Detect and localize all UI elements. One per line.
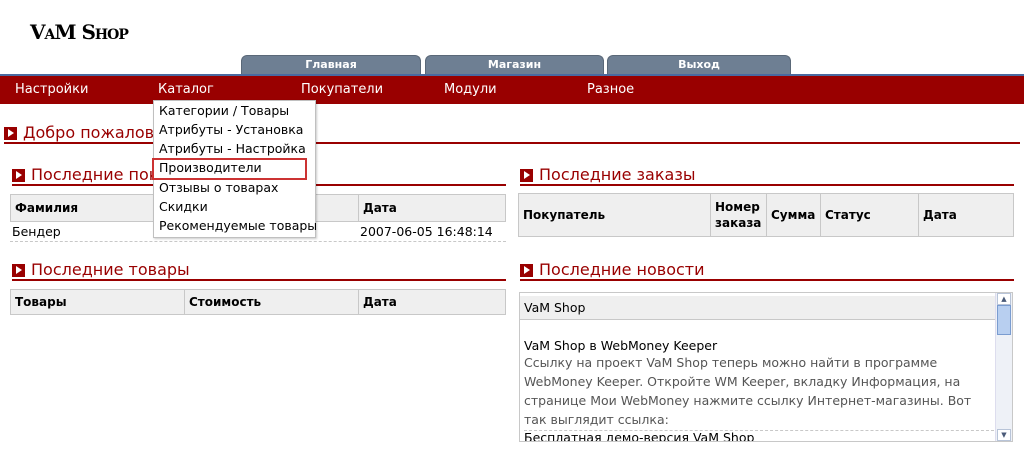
dropdown-item-attributes-settings[interactable]: Атрибуты - Настройка <box>159 141 306 156</box>
news-item-body: Ссылку на проект VaM Shop теперь можно н… <box>524 355 972 427</box>
menu-modules[interactable]: Модули <box>444 82 497 97</box>
dropdown-item-featured[interactable]: Рекомендуемые товары <box>159 218 317 233</box>
customer-lastname: Бендер <box>12 224 61 239</box>
scroll-thumb[interactable] <box>997 305 1011 335</box>
news-scrollbar[interactable]: ▲ ▼ <box>995 293 1012 441</box>
news-item-title[interactable]: VaM Shop в WebMoney Keeper <box>524 338 717 353</box>
orders-table-header: Покупатель Номер заказа Сумма Статус Дат… <box>518 193 1014 237</box>
top-tabs: Главная Магазин Выход <box>0 55 1024 74</box>
recent-orders-title: Последние заказы <box>539 165 696 184</box>
menu-catalog[interactable]: Каталог <box>158 82 214 97</box>
arrow-icon <box>520 264 533 277</box>
menu-misc[interactable]: Разное <box>587 82 634 97</box>
menu-customers[interactable]: Покупатели <box>301 82 383 97</box>
arrow-icon <box>12 264 25 277</box>
tab-logout[interactable]: Выход <box>607 55 791 74</box>
dropdown-item-reviews[interactable]: Отзывы о товарах <box>159 180 278 195</box>
col-date[interactable]: Дата <box>359 195 505 221</box>
scroll-up-icon[interactable]: ▲ <box>997 293 1011 305</box>
recent-products-heading: Последние товары <box>12 260 506 281</box>
menu-settings[interactable]: Настройки <box>15 82 88 97</box>
dropdown-item-categories[interactable]: Категории / Товары <box>159 103 289 118</box>
tab-shop[interactable]: Магазин <box>425 55 604 74</box>
recent-news-heading: Последние новости <box>520 260 1014 281</box>
news-item-title[interactable]: Бесплатная демо-версия VaM Shop <box>524 430 754 441</box>
news-panel[interactable]: VaM Shop VaM Shop в WebMoney Keeper Ссыл… <box>519 292 1013 442</box>
col-sum[interactable]: Сумма <box>767 194 821 236</box>
scroll-down-icon[interactable]: ▼ <box>997 429 1011 441</box>
tab-home[interactable]: Главная <box>241 55 421 74</box>
col-customer[interactable]: Покупатель <box>519 194 711 236</box>
col-price[interactable]: Стоимость <box>185 290 359 314</box>
dropdown-item-manufacturers[interactable]: Производители <box>159 160 262 175</box>
col-date[interactable]: Дата <box>359 290 505 314</box>
products-table-header: Товары Стоимость Дата <box>10 289 506 315</box>
news-header: VaM Shop <box>520 296 997 320</box>
arrow-icon <box>520 169 533 182</box>
recent-orders-heading: Последние заказы <box>520 165 1014 186</box>
recent-products-title: Последние товары <box>31 260 190 279</box>
recent-news-title: Последние новости <box>539 260 705 279</box>
arrow-icon <box>12 169 25 182</box>
dropdown-item-attributes-install[interactable]: Атрибуты - Установка <box>159 122 303 137</box>
col-status[interactable]: Статус <box>821 194 919 236</box>
arrow-icon <box>4 127 17 140</box>
dropdown-item-discounts[interactable]: Скидки <box>159 199 208 214</box>
customer-date: 2007-06-05 16:48:14 <box>360 224 493 239</box>
catalog-dropdown: Категории / Товары Атрибуты - Установка … <box>152 100 317 238</box>
col-date[interactable]: Дата <box>919 194 1013 236</box>
col-order-number[interactable]: Номер заказа <box>711 194 767 236</box>
app-logo[interactable]: VaM Shop <box>30 20 129 44</box>
col-products[interactable]: Товары <box>11 290 185 314</box>
